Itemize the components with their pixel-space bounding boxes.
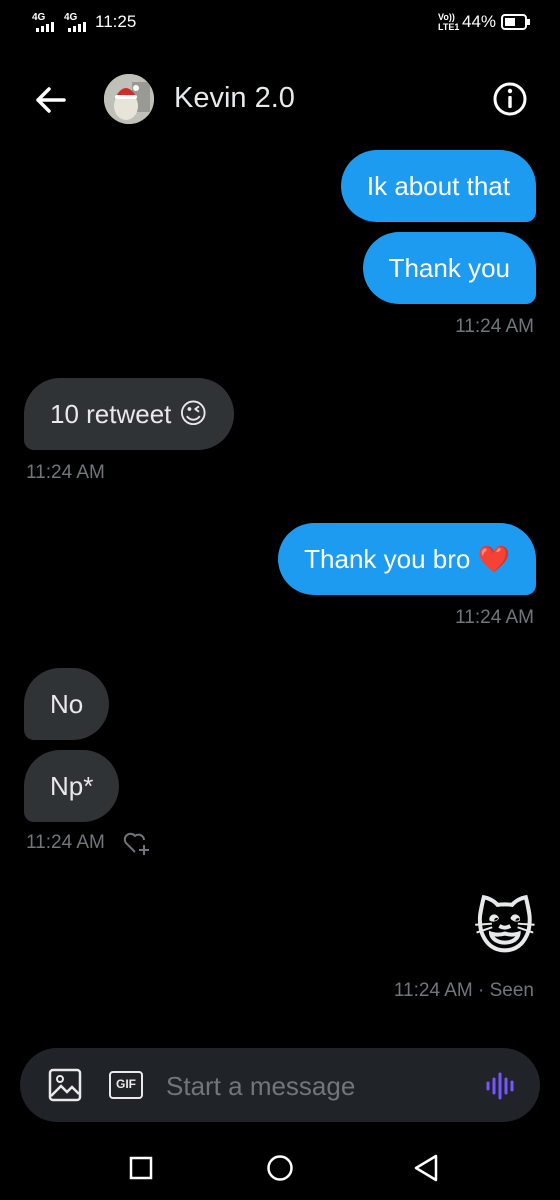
- recent-apps-icon[interactable]: [128, 1155, 154, 1181]
- back-nav-icon[interactable]: [410, 1152, 440, 1184]
- volte-indicator: Vo)) LTE1: [438, 12, 460, 32]
- message-bubble-incoming[interactable]: No: [24, 668, 110, 740]
- winking-face-emoji: 😉: [178, 398, 208, 429]
- message-text: Ik about that: [366, 171, 510, 201]
- message-bubble-incoming[interactable]: Np*: [24, 750, 120, 822]
- conversation-title[interactable]: Kevin 2.0: [174, 82, 295, 115]
- message-text: 10 retweet: [50, 399, 172, 429]
- message-text: Np*: [50, 771, 94, 801]
- add-reaction-heart-icon[interactable]: [122, 829, 152, 857]
- image-icon[interactable]: [48, 1068, 82, 1102]
- voice-message-icon[interactable]: [484, 1070, 518, 1102]
- smiling-cat-emoji-message[interactable]: 😺: [473, 888, 536, 968]
- avatar[interactable]: [104, 74, 154, 124]
- message-input[interactable]: Start a message: [166, 1071, 355, 1102]
- info-icon[interactable]: [490, 79, 530, 119]
- message-timestamp: 11:24 AM: [455, 607, 534, 628]
- battery-percent: 44%: [462, 12, 497, 31]
- signal-icon: [68, 22, 86, 32]
- home-icon[interactable]: [265, 1153, 295, 1183]
- message-bubble-outgoing[interactable]: Thank you bro ❤️: [278, 523, 536, 595]
- battery-icon: [501, 14, 530, 30]
- message-bubble-outgoing[interactable]: Thank you: [362, 232, 536, 304]
- message-text: Thank you bro: [304, 544, 471, 574]
- message-timestamp: 11:24 AM: [455, 316, 534, 337]
- status-bar: 4G 4G 11:25 Vo)) LTE1 44%: [0, 0, 560, 44]
- message-text: Thank you: [388, 253, 510, 283]
- red-heart-emoji: ❤️: [477, 544, 510, 574]
- message-bubble-outgoing[interactable]: Ik about that: [340, 150, 536, 222]
- clock: 11:25: [95, 12, 137, 31]
- message-timestamp: 11:24 AM: [26, 832, 105, 853]
- signal-icon: [36, 22, 54, 32]
- back-arrow-icon[interactable]: [30, 80, 70, 120]
- gif-button[interactable]: GIF: [109, 1071, 143, 1099]
- avatar-image: [104, 74, 154, 124]
- message-text: No: [50, 689, 84, 719]
- message-timestamp: 11:24 AM: [26, 462, 105, 483]
- message-bubble-incoming[interactable]: 10 retweet 😉: [24, 378, 234, 450]
- message-timestamp-seen: 11:24 AM · Seen: [393, 980, 534, 1001]
